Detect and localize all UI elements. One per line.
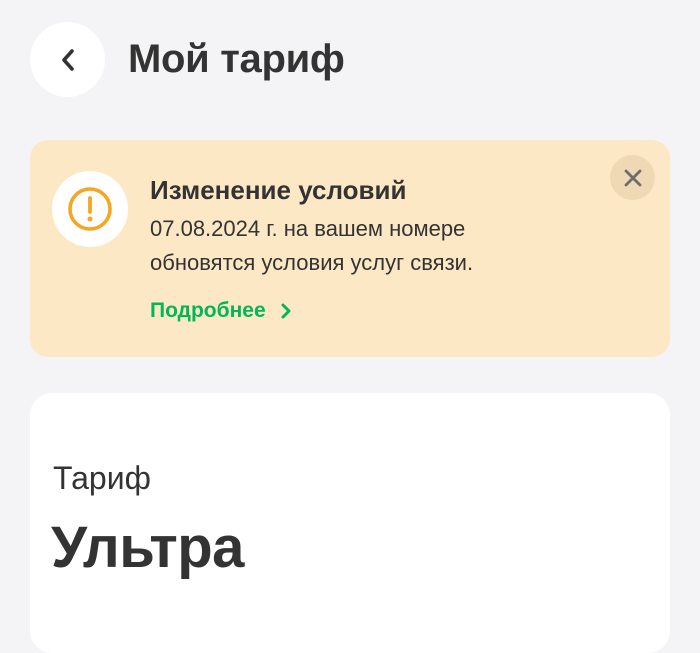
header: Мой тариф: [0, 0, 700, 120]
notice-title: Изменение условий: [150, 175, 407, 205]
tariff-label: Тариф: [53, 460, 151, 496]
tariff-card[interactable]: Тариф Ультра: [30, 393, 670, 653]
chevron-left-icon: [61, 48, 74, 71]
chevron-right-icon: [281, 303, 291, 319]
back-button[interactable]: [30, 22, 105, 97]
page-title: Мой тариф: [128, 37, 345, 81]
more-details-label: Подробнее: [150, 299, 266, 322]
close-button[interactable]: [610, 155, 655, 200]
exclamation-circle-icon: [68, 187, 112, 231]
notice-icon-container: [52, 171, 128, 247]
notice-body-line: 07.08.2024 г. на вашем номере: [150, 216, 466, 241]
notice-body: 07.08.2024 г. на вашем номере обновятся …: [150, 212, 550, 280]
notice-body-line: обновятся условия услуг связи.: [150, 250, 474, 275]
close-icon: [624, 169, 641, 186]
more-details-link[interactable]: Подробнее: [150, 297, 292, 325]
tariff-name: Ультра: [51, 515, 244, 580]
notice-banner: Изменение условий 07.08.2024 г. на вашем…: [30, 140, 670, 357]
